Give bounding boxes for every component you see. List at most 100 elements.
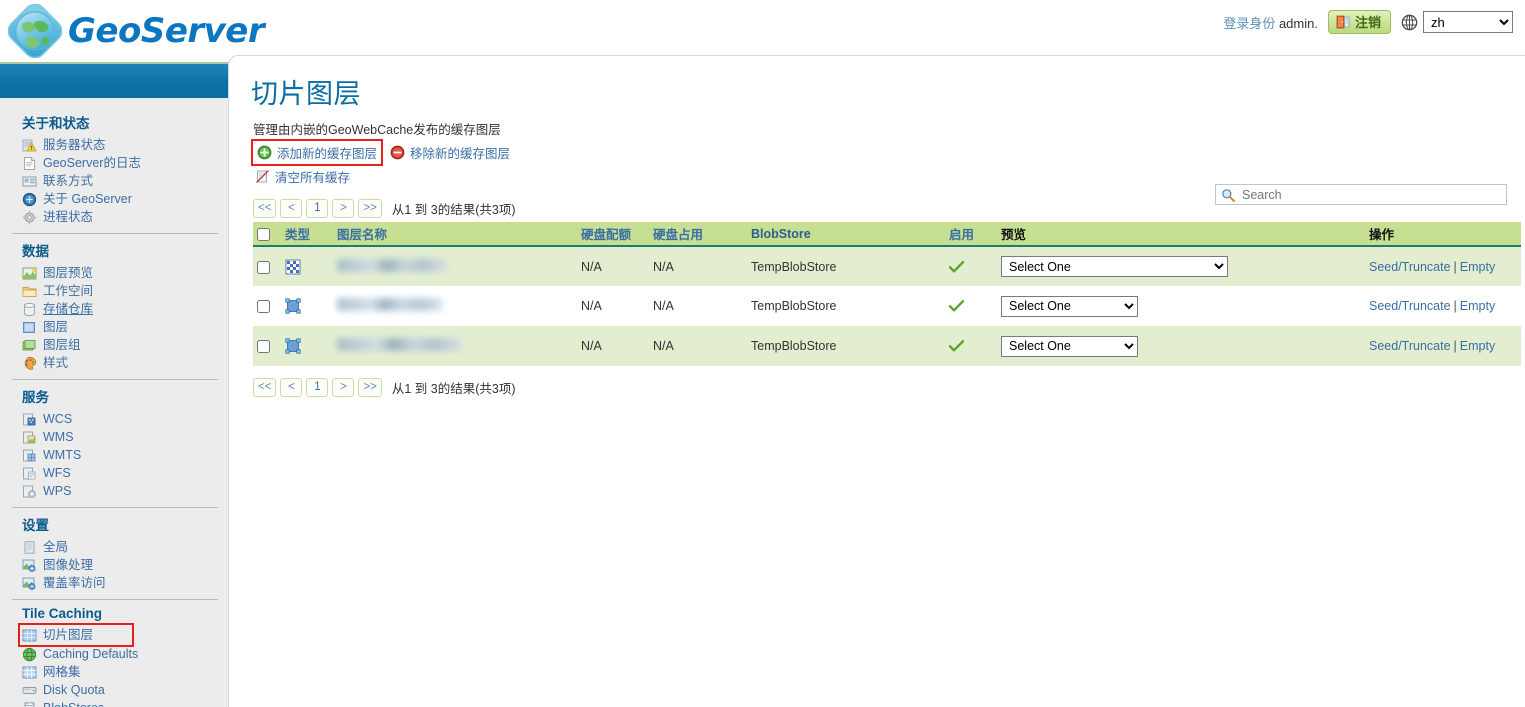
empty-link[interactable]: Empty (1460, 339, 1495, 353)
sidebar-item-wms[interactable]: WMS (10, 428, 218, 446)
sidebar-item-label: 存储仓库 (43, 302, 94, 316)
language-select[interactable]: zh (1423, 11, 1513, 33)
sidebar-item-about-geoserver[interactable]: 关于 GeoServer (10, 190, 218, 208)
remove-cached-layer-link[interactable]: 移除新的缓存图层 (388, 142, 512, 163)
layer-icon (23, 321, 35, 333)
add-new-cached-layer-link[interactable]: 添加新的缓存图层 (250, 139, 384, 166)
row-checkbox[interactable] (257, 260, 270, 274)
pagination-first[interactable]: << (253, 199, 277, 218)
preview-select[interactable]: Select One (1001, 335, 1138, 357)
sidebar-item-disk-quota[interactable]: Disk Quota (10, 681, 218, 699)
sidebar-item-stores[interactable]: 存储仓库 (10, 300, 218, 318)
server-status-icon (22, 139, 37, 151)
cell-preview[interactable]: Select One (997, 326, 1365, 366)
sidebar-item-label: 网格集 (43, 665, 81, 679)
sidebar-divider (12, 507, 218, 508)
sidebar-item-wmts[interactable]: WMTS (10, 446, 218, 464)
sidebar-item-image-processing[interactable]: 图像处理 (10, 556, 218, 574)
cell-layer-name[interactable] (333, 286, 577, 326)
preview-select[interactable]: Select One (1001, 295, 1138, 317)
th-preview: 预览 (997, 222, 1365, 247)
logout-label: 注销 (1354, 14, 1381, 30)
th-enabled[interactable]: 启用 (945, 222, 997, 247)
empty-link[interactable]: Empty (1460, 299, 1495, 313)
cell-layer-name[interactable] (333, 246, 577, 286)
sidebar-item-label: 工作空间 (43, 284, 94, 298)
select-all-checkbox[interactable] (257, 227, 270, 241)
empty-link[interactable]: Empty (1460, 260, 1495, 274)
login-info: 登录身份 admin. (1223, 13, 1318, 32)
app-header: GeoServer 登录身份 admin. 注销 zh (0, 0, 1525, 62)
pagination-first[interactable]: << (253, 378, 277, 397)
geoserver-logo-link[interactable]: GeoServer (8, 4, 265, 58)
row-checkbox[interactable] (257, 340, 270, 354)
language-switcher[interactable]: zh (1401, 11, 1513, 33)
pagination-last[interactable]: >> (358, 199, 382, 218)
search-input[interactable] (1240, 186, 1501, 203)
sidebar-item-server-status[interactable]: 服务器状态 (10, 136, 218, 154)
cell-blobstore: TempBlobStore (747, 246, 945, 286)
empty-all-caches-link[interactable]: 清空所有缓存 (253, 166, 352, 187)
sidebar-item-wps[interactable]: WPS (10, 482, 218, 500)
preview-select[interactable]: Select One (1001, 256, 1228, 277)
th-disk-used[interactable]: 硬盘占用 (649, 222, 747, 247)
sidebar-item-global[interactable]: 全局 (10, 538, 218, 556)
cell-preview[interactable]: Select One (997, 246, 1365, 286)
pagination-summary: 从1 到 3的结果(共3项) (391, 382, 516, 396)
action-label: 移除新的缓存图层 (410, 147, 511, 161)
sidebar-section-tile-caching: Tile Caching 切片图层 Caching Defaults 网格集 D… (0, 606, 228, 707)
pagination-prev[interactable]: < (280, 199, 303, 218)
cell-select (253, 326, 281, 366)
sidebar-section-settings: 设置 全局 图像处理 覆盖率访问 (0, 514, 228, 592)
th-blobstore[interactable]: BlobStore (747, 222, 945, 247)
pagination-page-1[interactable]: 1 (306, 378, 329, 397)
sidebar-item-layer-groups[interactable]: 图层组 (10, 336, 218, 354)
pagination-next[interactable]: > (332, 378, 355, 397)
sidebar-item-contact[interactable]: 联系方式 (10, 172, 218, 190)
seed-truncate-link[interactable]: Seed/Truncate (1369, 260, 1451, 274)
sidebar-item-caching-defaults[interactable]: Caching Defaults (10, 645, 218, 663)
sidebar-divider (12, 599, 218, 600)
sidebar-item-layers[interactable]: 图层 (10, 318, 218, 336)
blobstores-icon (24, 701, 35, 707)
pagination-prev[interactable]: < (280, 378, 303, 397)
sidebar-item-workspaces[interactable]: 工作空间 (10, 282, 218, 300)
green-check-icon (949, 260, 964, 272)
th-disk-quota[interactable]: 硬盘配额 (577, 222, 649, 247)
logout-button[interactable]: 注销 (1327, 10, 1391, 34)
cell-disk-used: N/A (649, 286, 747, 326)
sidebar-item-wcs[interactable]: WCS (10, 410, 218, 428)
sidebar-item-tile-layers[interactable]: 切片图层 (18, 623, 134, 647)
sidebar-item-geoserver-logs[interactable]: GeoServer的日志 (10, 154, 218, 172)
cell-disk-quota: N/A (577, 286, 649, 326)
search-box[interactable] (1215, 184, 1507, 205)
cell-layer-name[interactable] (333, 326, 577, 366)
tile-layers-table: 类型 图层名称 硬盘配额 硬盘占用 BlobStore 启用 预览 操作 N/A… (253, 222, 1521, 366)
sidebar-item-coverage-access[interactable]: 覆盖率访问 (10, 574, 218, 592)
cell-preview[interactable]: Select One (997, 286, 1365, 326)
th-type[interactable]: 类型 (281, 222, 333, 247)
seed-truncate-link[interactable]: Seed/Truncate (1369, 299, 1451, 313)
green-check-icon (949, 340, 964, 352)
action-separator: | (1453, 299, 1457, 313)
sidebar-item-blobstores[interactable]: BlobStores (10, 699, 218, 707)
sidebar-item-styles[interactable]: 样式 (10, 354, 218, 372)
sidebar-section-title: 关于和状态 (22, 116, 90, 131)
database-store-icon (24, 302, 35, 316)
add-plus-green-icon (257, 145, 272, 160)
th-layer-name[interactable]: 图层名称 (333, 222, 577, 247)
sidebar-item-label: 进程状态 (43, 210, 94, 224)
document-log-icon (24, 156, 35, 170)
cell-disk-quota: N/A (577, 326, 649, 366)
sidebar-section-services: 服务 WCS WMS WMTS WFS WPS (0, 386, 228, 500)
row-checkbox[interactable] (257, 300, 270, 314)
seed-truncate-link[interactable]: Seed/Truncate (1369, 339, 1451, 353)
sidebar-item-wfs[interactable]: WFS (10, 464, 218, 482)
cell-select (253, 286, 281, 326)
pagination-last[interactable]: >> (358, 378, 382, 397)
pagination-page-1[interactable]: 1 (306, 199, 329, 218)
sidebar-item-gridsets[interactable]: 网格集 (10, 663, 218, 681)
pagination-next[interactable]: > (332, 199, 355, 218)
sidebar-item-process-status[interactable]: 进程状态 (10, 208, 218, 226)
sidebar-item-layer-preview[interactable]: 图层预览 (10, 264, 218, 282)
